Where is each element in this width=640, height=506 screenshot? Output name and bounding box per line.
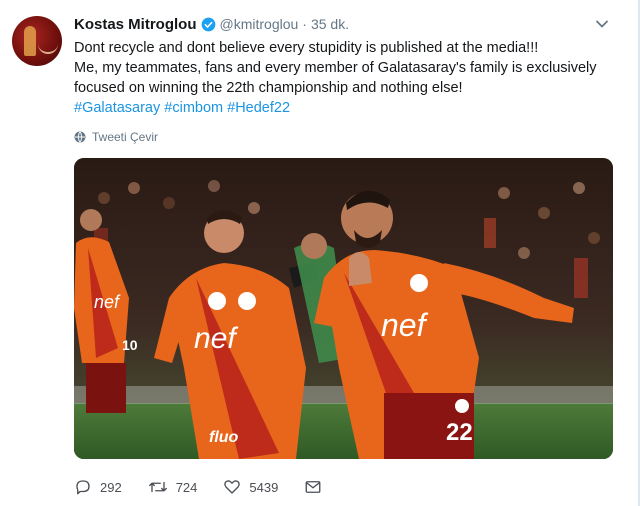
svg-text:10: 10 bbox=[122, 337, 138, 353]
sleeve-sponsor: fluo bbox=[209, 429, 239, 446]
tweet-timestamp[interactable]: 35 dk. bbox=[311, 16, 349, 32]
author-handle[interactable]: @kmitroglou bbox=[220, 16, 299, 32]
jersey-sponsor: nef bbox=[381, 307, 429, 343]
photo-football-celebration: nef 10 nef fluo nef 22 bbox=[74, 158, 613, 459]
tweet-header: Kostas Mitroglou @kmitroglou · 35 dk. bbox=[74, 14, 349, 34]
tweet-text-line: focused on winning the 22th championship… bbox=[74, 80, 463, 96]
header-separator: · bbox=[302, 16, 307, 32]
globe-icon bbox=[74, 131, 86, 143]
hashtag-hedef22[interactable]: #Hedef22 bbox=[227, 100, 290, 116]
jersey-number: 22 bbox=[446, 419, 473, 446]
hashtag-line: #Galatasaray #cimbom #Hedef22 bbox=[74, 98, 614, 118]
verified-badge-icon bbox=[201, 17, 215, 31]
hashtag-cimbom[interactable]: #cimbom bbox=[164, 100, 223, 116]
reply-count: 292 bbox=[100, 479, 122, 495]
tweet-text-line: Dont recycle and dont believe every stup… bbox=[74, 40, 539, 56]
avatar-signature bbox=[38, 42, 58, 54]
chevron-down-icon[interactable] bbox=[594, 16, 610, 32]
reply-button[interactable]: 292 bbox=[74, 478, 122, 496]
like-count: 5439 bbox=[249, 479, 279, 495]
heart-icon bbox=[224, 480, 241, 494]
envelope-icon bbox=[305, 481, 321, 493]
tweet-photo[interactable]: nef 10 nef fluo nef 22 bbox=[74, 158, 613, 459]
retweet-icon bbox=[148, 481, 167, 493]
jersey-sponsor: nef bbox=[194, 322, 238, 355]
hashtag-galatasaray[interactable]: #Galatasaray bbox=[74, 100, 160, 116]
tweet-text-line: Me, my teammates, fans and every member … bbox=[74, 60, 597, 76]
avatar-figure bbox=[24, 26, 36, 56]
translate-tweet-link[interactable]: Tweeti Çevir bbox=[74, 128, 158, 146]
like-button[interactable]: 5439 bbox=[223, 478, 278, 496]
svg-text:nef: nef bbox=[94, 292, 121, 312]
author-name[interactable]: Kostas Mitroglou bbox=[74, 16, 197, 33]
retweet-count: 724 bbox=[175, 479, 198, 495]
direct-message-button[interactable] bbox=[304, 478, 330, 496]
retweet-button[interactable]: 724 bbox=[148, 478, 198, 496]
translate-label: Tweeti Çevir bbox=[92, 130, 159, 144]
reply-icon bbox=[76, 480, 90, 495]
tweet-actions: 292 724 5439 bbox=[74, 476, 356, 498]
avatar[interactable] bbox=[12, 16, 62, 66]
tweet-text: Dont recycle and dont believe every stup… bbox=[74, 38, 614, 118]
tweet: Kostas Mitroglou @kmitroglou · 35 dk. Do… bbox=[0, 0, 640, 506]
